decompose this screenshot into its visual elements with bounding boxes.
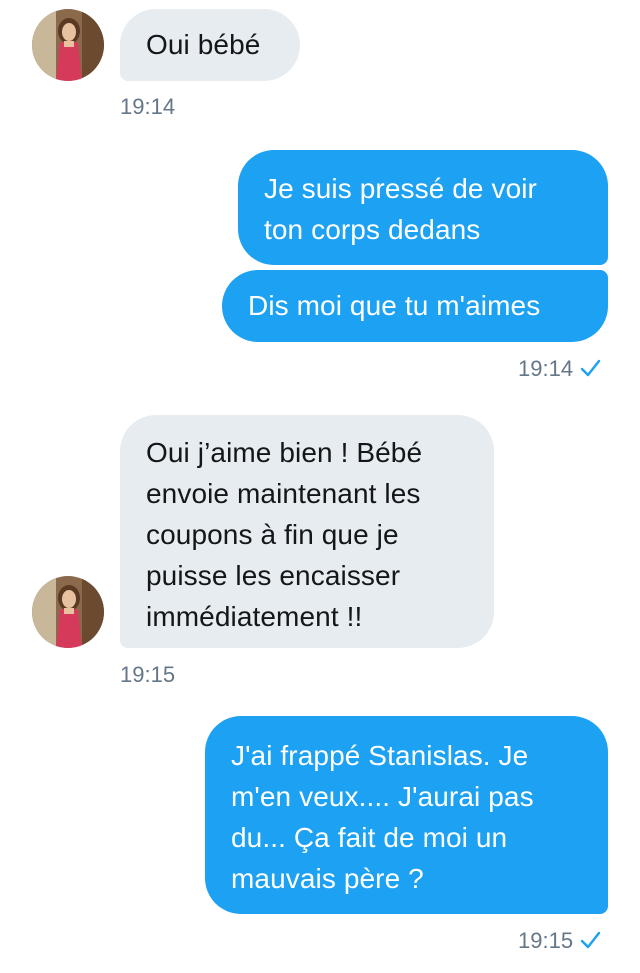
checkmark-icon: [580, 931, 601, 949]
checkmark-icon: [580, 359, 601, 377]
outgoing-message-bubble[interactable]: J'ai frappé Stanislas. Je m'en veux.... …: [205, 716, 608, 914]
message-text: J'ai frappé Stanislas. Je m'en veux.... …: [231, 740, 534, 894]
message-text: Dis moi que tu m'aimes: [248, 290, 541, 321]
incoming-message-bubble[interactable]: Oui bébé: [120, 9, 300, 81]
message-text: Oui j’aime bien ! Bébé envoie maintenant…: [146, 437, 423, 632]
outgoing-message-bubble[interactable]: Je suis pressé de voir ton corps dedans: [238, 150, 608, 265]
contact-avatar[interactable]: [32, 576, 104, 648]
message-text: Oui bébé: [146, 29, 261, 60]
contact-photo: [32, 576, 104, 648]
message-text: Je suis pressé de voir ton corps dedans: [264, 173, 537, 245]
contact-photo: [32, 9, 104, 81]
outgoing-message-bubble[interactable]: Dis moi que tu m'aimes: [222, 270, 608, 342]
incoming-message-bubble[interactable]: Oui j’aime bien ! Bébé envoie maintenant…: [120, 415, 494, 648]
message-timestamp: 19:14: [120, 94, 176, 119]
message-timestamp: 19:14: [518, 356, 601, 382]
contact-avatar[interactable]: [32, 9, 104, 81]
message-timestamp: 19:15: [518, 928, 601, 954]
message-timestamp: 19:15: [120, 662, 176, 687]
